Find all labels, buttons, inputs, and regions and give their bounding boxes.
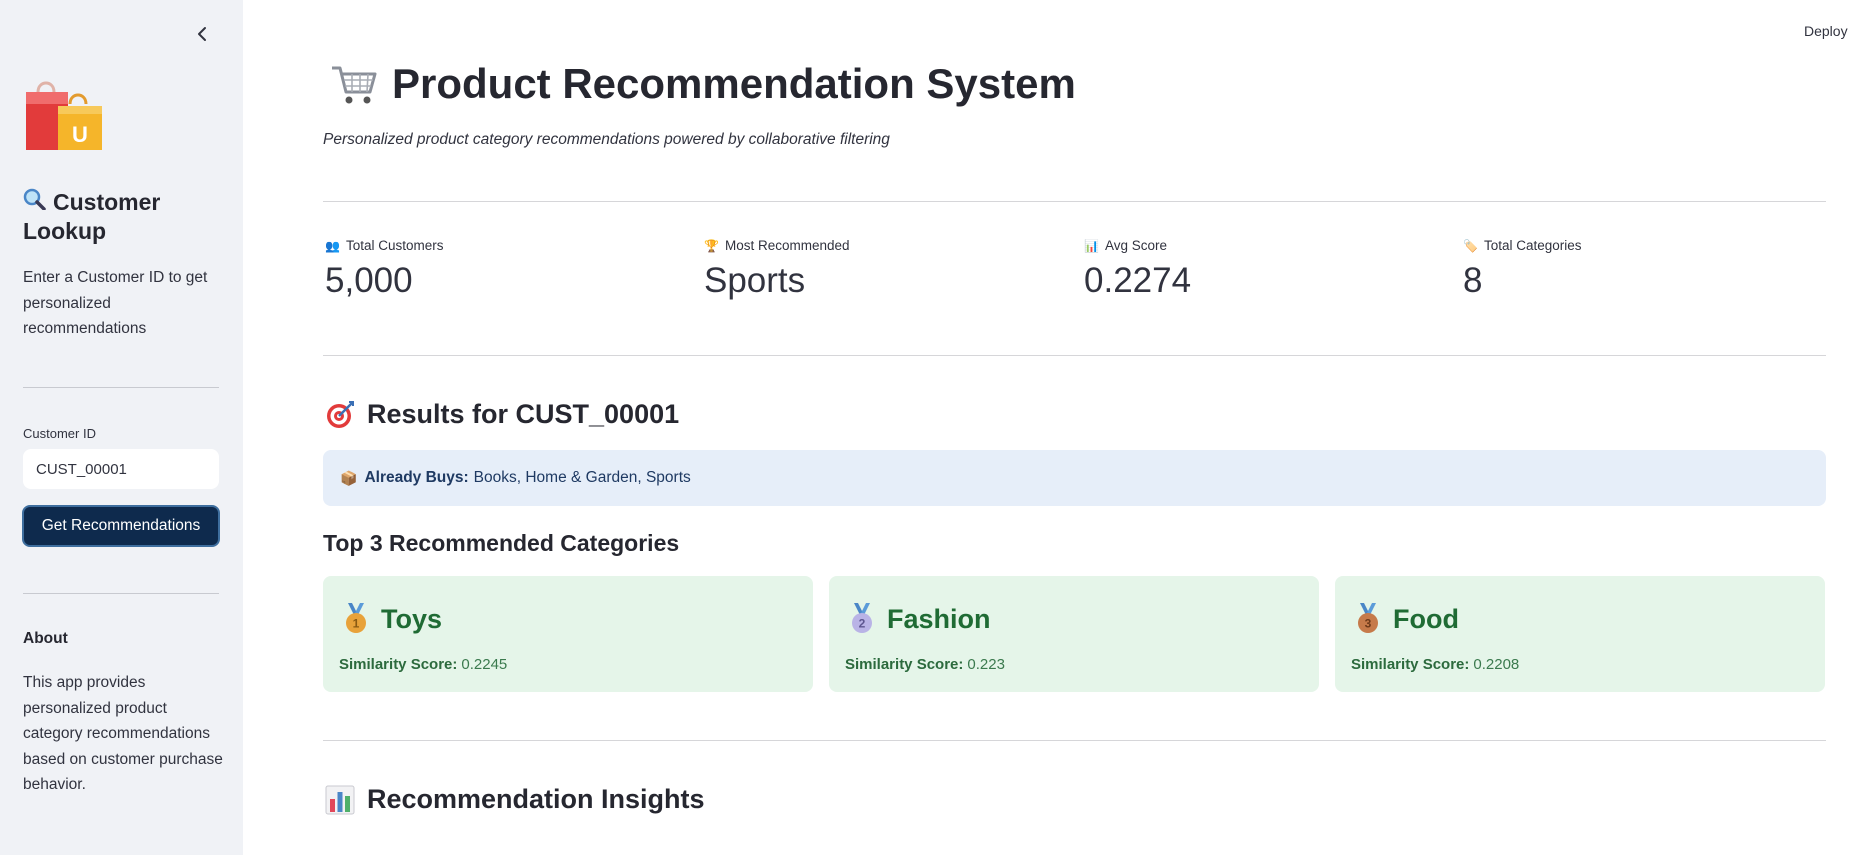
score-value: 0.2245 bbox=[461, 656, 508, 673]
metric-label: Most Recommended bbox=[724, 238, 850, 253]
get-recommendations-button[interactable]: Get Recommendations bbox=[22, 505, 220, 547]
recommendation-card: 2 Fashion Similarity Score: 0.223 bbox=[829, 576, 1319, 692]
insights-heading-text: Recommendation Insights bbox=[367, 784, 705, 814]
results-heading-text: Results for CUST_00001 bbox=[367, 399, 680, 429]
divider bbox=[323, 201, 1826, 202]
bar-chart-icon: 📊 bbox=[1084, 238, 1099, 253]
metric-total-customers: 👥 Total Customers 5,000 bbox=[325, 238, 685, 301]
metric-value: Sports bbox=[704, 261, 806, 300]
metric-avg-score: 📊 Avg Score 0.2274 bbox=[1084, 238, 1444, 301]
metric-label: Total Customers bbox=[345, 238, 444, 253]
card-category-name: Toys bbox=[381, 603, 443, 634]
metric-value: 0.2274 bbox=[1084, 261, 1192, 300]
people-icon: 👥 bbox=[325, 238, 340, 253]
sidebar-description: Enter a Customer ID to get personalized … bbox=[23, 269, 208, 337]
bar-chart-icon bbox=[325, 785, 355, 814]
tag-icon: 🏷️ bbox=[1463, 238, 1478, 253]
recommendation-card: 1 Toys Similarity Score: 0.2245 bbox=[323, 576, 813, 692]
already-buys-label: Already Buys: bbox=[364, 469, 469, 486]
card-category-name: Food bbox=[1393, 603, 1459, 634]
sidebar-title: Customer Lookup bbox=[23, 188, 223, 246]
divider bbox=[23, 593, 219, 594]
already-buys-value: Books, Home & Garden, Sports bbox=[473, 469, 691, 486]
silver-medal-icon: 2 bbox=[852, 603, 872, 633]
bronze-medal-icon: 3 bbox=[1358, 603, 1378, 633]
results-heading: Results for CUST_00001 bbox=[325, 399, 679, 430]
about-heading: About bbox=[23, 630, 68, 647]
svg-text:2: 2 bbox=[859, 617, 866, 631]
svg-text:1: 1 bbox=[353, 617, 360, 631]
divider bbox=[23, 387, 219, 388]
score-value: 0.223 bbox=[967, 656, 1005, 673]
svg-text:3: 3 bbox=[1365, 617, 1372, 631]
score-value: 0.2208 bbox=[1473, 656, 1520, 673]
collapse-sidebar-button[interactable] bbox=[190, 22, 214, 46]
magnifier-icon bbox=[23, 188, 47, 217]
metric-value: 8 bbox=[1463, 261, 1483, 300]
score-label: Similarity Score: bbox=[1351, 656, 1470, 673]
already-buys-box: 📦 Already Buys: Books, Home & Garden, Sp… bbox=[323, 450, 1826, 506]
page-title: Product Recommendation System bbox=[330, 60, 1076, 108]
page-subtitle: Personalized product category recommenda… bbox=[323, 131, 890, 148]
score-label: Similarity Score: bbox=[845, 656, 964, 673]
about-text: This app provides personalized product c… bbox=[23, 674, 223, 793]
metric-value: 5,000 bbox=[325, 261, 413, 300]
trophy-icon: 🏆 bbox=[704, 238, 719, 253]
metric-label: Avg Score bbox=[1104, 238, 1167, 253]
metric-label: Total Categories bbox=[1483, 238, 1582, 253]
insights-heading: Recommendation Insights bbox=[325, 784, 705, 815]
page-title-text: Product Recommendation System bbox=[392, 60, 1076, 107]
metric-most-recommended: 🏆 Most Recommended Sports bbox=[704, 238, 1064, 301]
divider bbox=[323, 355, 1826, 356]
customer-id-input[interactable] bbox=[23, 449, 219, 489]
sidebar: U Customer Lookup Enter a Customer ID to… bbox=[0, 0, 243, 855]
package-icon: 📦 bbox=[340, 469, 358, 486]
score-label: Similarity Score: bbox=[339, 656, 458, 673]
gold-medal-icon: 1 bbox=[346, 603, 366, 633]
shopping-cart-icon bbox=[332, 66, 377, 104]
metric-total-categories: 🏷️ Total Categories 8 bbox=[1463, 238, 1823, 301]
deploy-button[interactable]: Deploy bbox=[1804, 23, 1848, 39]
card-category-name: Fashion bbox=[887, 603, 991, 634]
customer-id-label: Customer ID bbox=[23, 426, 96, 441]
divider bbox=[323, 740, 1826, 741]
chevron-left-icon bbox=[198, 27, 206, 41]
svg-text:U: U bbox=[72, 122, 88, 147]
top-categories-heading: Top 3 Recommended Categories bbox=[323, 530, 680, 556]
target-icon bbox=[327, 400, 354, 428]
shopping-bags-logo: U bbox=[24, 78, 104, 152]
recommendation-card: 3 Food Similarity Score: 0.2208 bbox=[1335, 576, 1825, 692]
